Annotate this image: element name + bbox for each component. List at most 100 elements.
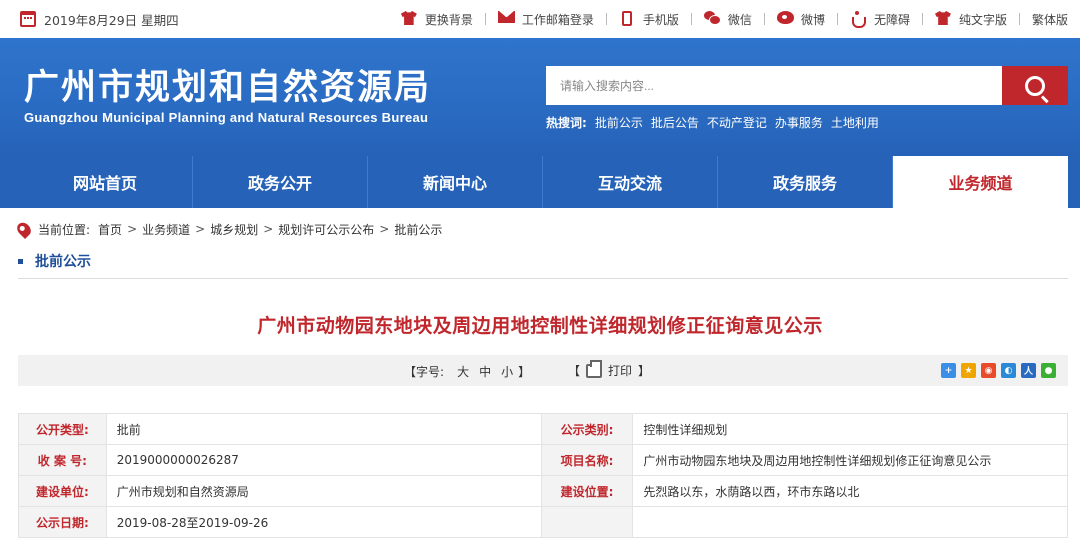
- divider: [484, 13, 486, 25]
- publicity-info-table: 公开类型: 批前 公示类别: 控制性详细规划 收 案 号: 2019000000…: [18, 413, 1068, 538]
- section-title-text: 批前公示: [35, 254, 91, 270]
- article-toolbar: 【 字号: 大 中 小 】 【 打印 】 + ★ ◉ ◐ 人 ●: [18, 355, 1068, 386]
- mobile-version-label: 手机版: [642, 12, 679, 27]
- hot-word-link[interactable]: 办事服务: [775, 114, 823, 131]
- phone-icon: [619, 11, 635, 27]
- text-only-link[interactable]: 纯文字版: [934, 11, 1007, 28]
- share-renren-icon[interactable]: 人: [1021, 363, 1036, 378]
- info-label: 公示类别:: [540, 413, 634, 445]
- work-email-link[interactable]: 工作邮箱登录: [497, 11, 594, 28]
- font-size-label: 字号:: [416, 365, 445, 379]
- change-background-label: 更换背景: [424, 12, 473, 27]
- share-weibo-icon[interactable]: ◉: [981, 363, 996, 378]
- calendar-icon: [20, 11, 36, 27]
- shirt-icon: [934, 11, 951, 27]
- share-qq-icon[interactable]: ◐: [1001, 363, 1016, 378]
- search-bar: [546, 66, 1068, 105]
- nav-item-services[interactable]: 政务服务: [718, 156, 893, 208]
- nav-item-news[interactable]: 新闻中心: [368, 156, 543, 208]
- hot-word-link[interactable]: 土地利用: [831, 114, 879, 131]
- work-email-label: 工作邮箱登录: [521, 12, 594, 27]
- breadcrumb-urban-planning[interactable]: 城乡规划: [210, 221, 258, 238]
- printer-icon: [586, 359, 603, 378]
- share-qzone-icon[interactable]: +: [941, 363, 956, 378]
- wechat-label: 微信: [727, 12, 752, 27]
- divider: [836, 13, 838, 25]
- hot-word-link[interactable]: 批前公示: [595, 114, 643, 131]
- breadcrumb: 当前位置: 首页 > 业务频道 > 城乡规划 > 规划许可公示公布 > 批前公示: [14, 218, 442, 240]
- nav-item-government-affairs[interactable]: 政务公开: [193, 156, 368, 208]
- traditional-chinese-link[interactable]: 繁体版: [1032, 11, 1068, 28]
- bracket-close: 】: [518, 365, 531, 379]
- info-value: 广州市规划和自然资源局: [105, 475, 542, 507]
- info-value: 控制性详细规划: [632, 413, 1068, 445]
- accessibility-link[interactable]: 无障碍: [850, 11, 910, 28]
- info-value: 广州市动物园东地块及周边用地控制性详细规划修正征询意见公示: [632, 444, 1068, 476]
- info-label: 公开类型:: [18, 413, 107, 445]
- nav-item-interaction[interactable]: 互动交流: [543, 156, 718, 208]
- section-divider: [18, 278, 1068, 279]
- wechat-icon: [703, 11, 721, 27]
- divider: [605, 13, 607, 25]
- table-row: 建设单位: 广州市规划和自然资源局 建设位置: 先烈路以东，水荫路以西，环市东路…: [18, 475, 1068, 507]
- breadcrumb-business-channel[interactable]: 业务频道: [142, 221, 190, 238]
- accessibility-icon: [850, 11, 866, 28]
- top-links: 更换背景 工作邮箱登录 手机版 微信 微博 无障碍 纯文字版 繁体版: [400, 10, 1068, 28]
- bracket-open: 【: [404, 365, 417, 379]
- divider: [763, 13, 765, 25]
- traditional-chinese-label: 繁体版: [1031, 12, 1068, 27]
- hot-word-link[interactable]: 不动产登记: [707, 114, 767, 131]
- search-input[interactable]: [546, 66, 1002, 105]
- divider: [921, 13, 923, 25]
- info-label: 公示日期:: [18, 506, 107, 538]
- divider: [1018, 13, 1020, 25]
- breadcrumb-pre-approval[interactable]: 批前公示: [394, 221, 442, 238]
- site-header: 广州市规划和自然资源局 Guangzhou Municipal Planning…: [0, 38, 1080, 156]
- top-bar: 2019年8月29日 星期四 更换背景 工作邮箱登录 手机版 微信 微博 无障碍…: [0, 0, 1080, 38]
- weibo-icon: [776, 11, 794, 27]
- table-row: 收 案 号: 2019000000026287 项目名称: 广州市动物园东地块及…: [18, 444, 1068, 476]
- info-value: 批前: [105, 413, 542, 445]
- mail-icon: [497, 11, 515, 27]
- hot-words: 热搜词: 批前公示 批后公告 不动产登记 办事服务 土地利用: [546, 114, 887, 131]
- info-label: 项目名称:: [540, 444, 634, 476]
- font-size-large[interactable]: 大: [457, 363, 469, 380]
- font-size-control: 【 字号: 大 中 小 】: [404, 363, 530, 380]
- info-value: 2019000000026287: [105, 444, 542, 476]
- mobile-version-link[interactable]: 手机版: [619, 11, 679, 28]
- hot-word-link[interactable]: 批后公告: [651, 114, 699, 131]
- info-label: 建设单位:: [18, 475, 107, 507]
- share-favorite-icon[interactable]: ★: [961, 363, 976, 378]
- print-button[interactable]: 【 打印 】: [568, 359, 650, 379]
- info-label: 建设位置:: [540, 475, 634, 507]
- share-wechat-icon[interactable]: ●: [1041, 363, 1056, 378]
- hot-words-label: 热搜词:: [546, 116, 587, 130]
- accessibility-label: 无障碍: [873, 12, 910, 27]
- search-button[interactable]: [1002, 66, 1068, 105]
- nav-item-business-channel[interactable]: 业务频道: [893, 156, 1068, 208]
- change-background-link[interactable]: 更换背景: [400, 11, 473, 28]
- font-size-small[interactable]: 小: [501, 363, 513, 380]
- location-pin-icon: [14, 219, 34, 239]
- info-value: 先烈路以东，水荫路以西，环市东路以北: [632, 475, 1068, 507]
- site-title[interactable]: 广州市规划和自然资源局: [24, 68, 431, 108]
- text-only-label: 纯文字版: [958, 12, 1007, 27]
- breadcrumb-separator: >: [127, 222, 138, 236]
- main-nav: 网站首页 政务公开 新闻中心 互动交流 政务服务 业务频道: [0, 156, 1080, 208]
- font-size-medium[interactable]: 中: [479, 363, 491, 380]
- info-label: [540, 506, 634, 538]
- square-bullet-icon: [18, 258, 23, 264]
- nav-item-home[interactable]: 网站首页: [18, 156, 193, 208]
- weibo-link[interactable]: 微博: [776, 11, 825, 28]
- breadcrumb-permit-publicity[interactable]: 规划许可公示公布: [278, 221, 374, 238]
- share-icons: + ★ ◉ ◐ 人 ●: [936, 363, 1056, 378]
- breadcrumb-home[interactable]: 首页: [98, 221, 122, 238]
- date-display: 2019年8月29日 星期四: [20, 10, 179, 28]
- divider: [690, 13, 692, 25]
- print-label: 打印: [608, 364, 633, 378]
- wechat-link[interactable]: 微信: [703, 11, 752, 28]
- table-row: 公开类型: 批前 公示类别: 控制性详细规划: [18, 413, 1068, 445]
- breadcrumb-separator: >: [263, 222, 274, 236]
- weibo-label: 微博: [800, 12, 825, 27]
- info-label: 收 案 号:: [18, 444, 107, 476]
